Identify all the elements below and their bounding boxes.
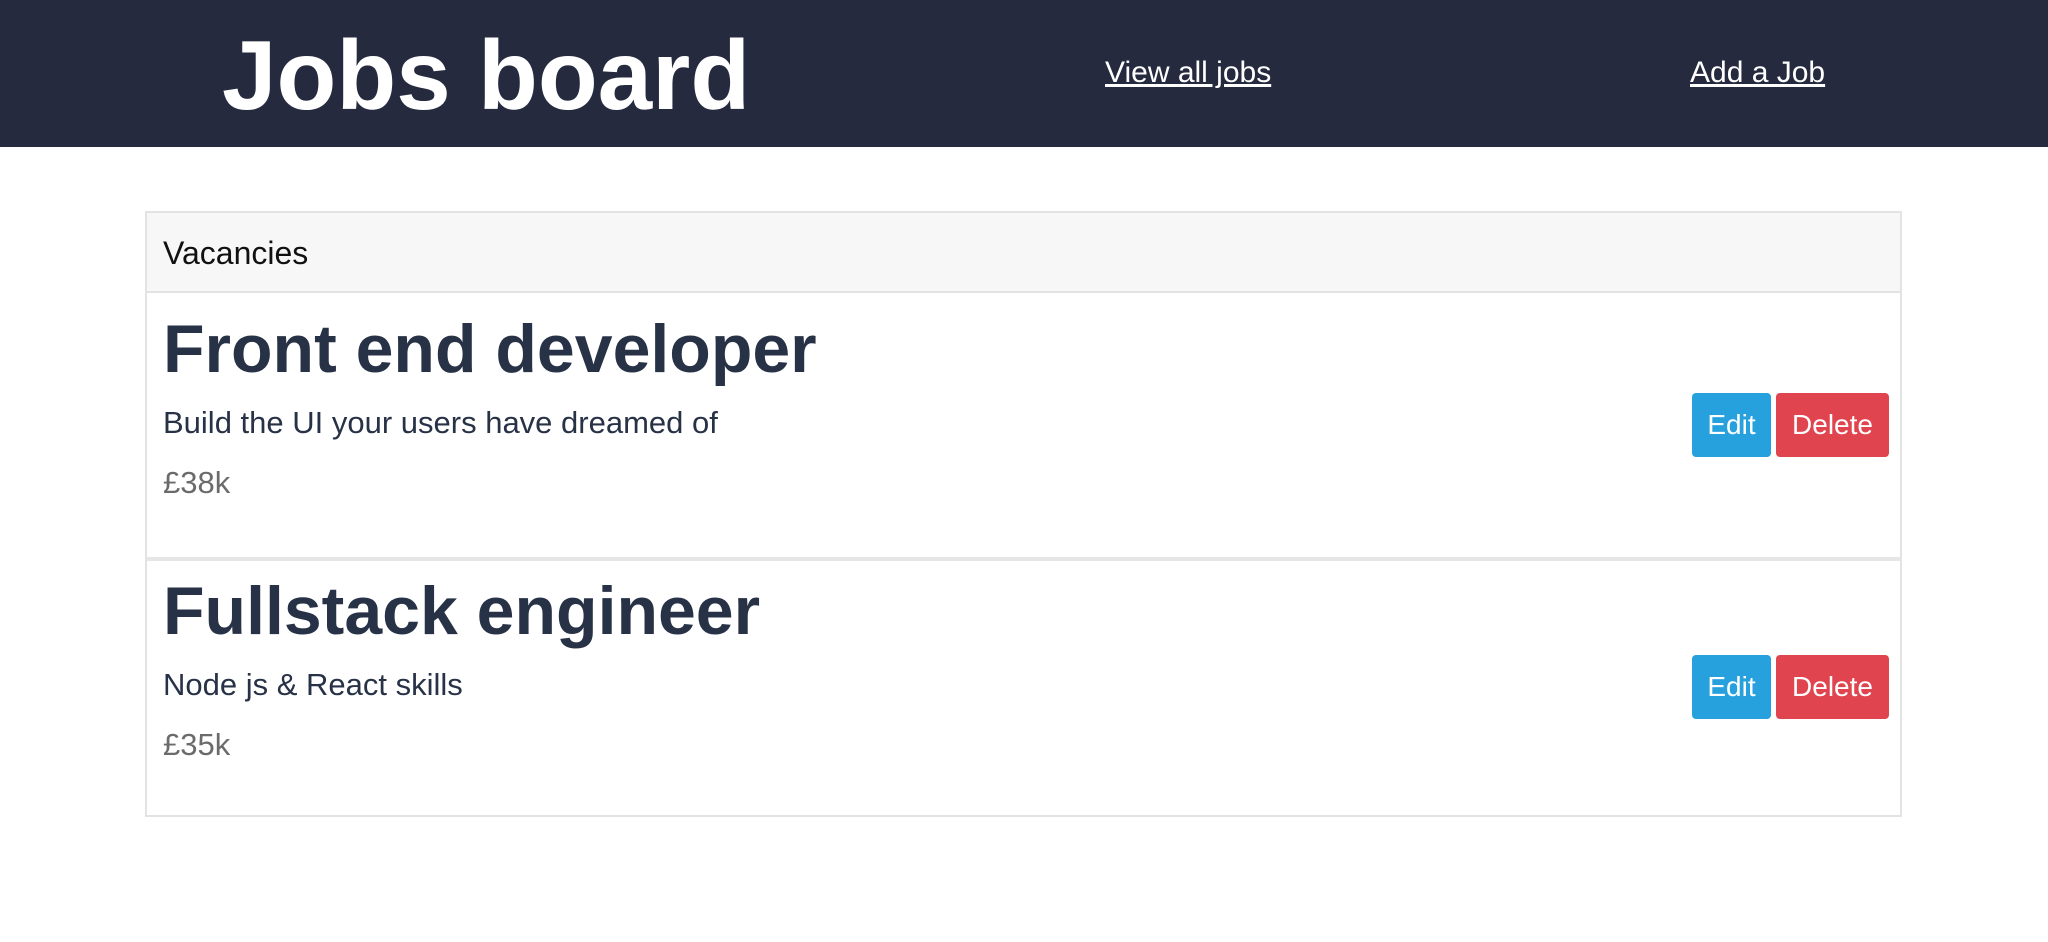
panel-heading: Vacancies xyxy=(147,213,1900,293)
brand-title: Jobs board xyxy=(222,20,751,130)
job-salary: £35k xyxy=(163,727,231,762)
navbar: Jobs board View all jobs Add a Job xyxy=(0,0,2048,147)
job-description: Node js & React skills xyxy=(163,667,463,702)
job-salary: £38k xyxy=(163,465,231,500)
job-item: Fullstack engineer Node js & React skill… xyxy=(147,557,1900,817)
panel-heading-text: Vacancies xyxy=(163,235,309,271)
edit-button[interactable]: Edit xyxy=(1692,655,1771,719)
job-item: Front end developer Build the UI your us… xyxy=(147,295,1900,555)
delete-button[interactable]: Delete xyxy=(1776,393,1889,457)
edit-button[interactable]: Edit xyxy=(1692,393,1771,457)
nav-view-all-jobs-link[interactable]: View all jobs xyxy=(1105,52,1271,94)
job-title: Front end developer xyxy=(163,311,817,387)
job-title: Fullstack engineer xyxy=(163,573,761,649)
job-description: Build the UI your users have dreamed of xyxy=(163,405,718,440)
vacancies-panel: Vacancies Front end developer Build the … xyxy=(145,211,1902,817)
delete-button[interactable]: Delete xyxy=(1776,655,1889,719)
nav-add-job-link[interactable]: Add a Job xyxy=(1690,52,1825,94)
